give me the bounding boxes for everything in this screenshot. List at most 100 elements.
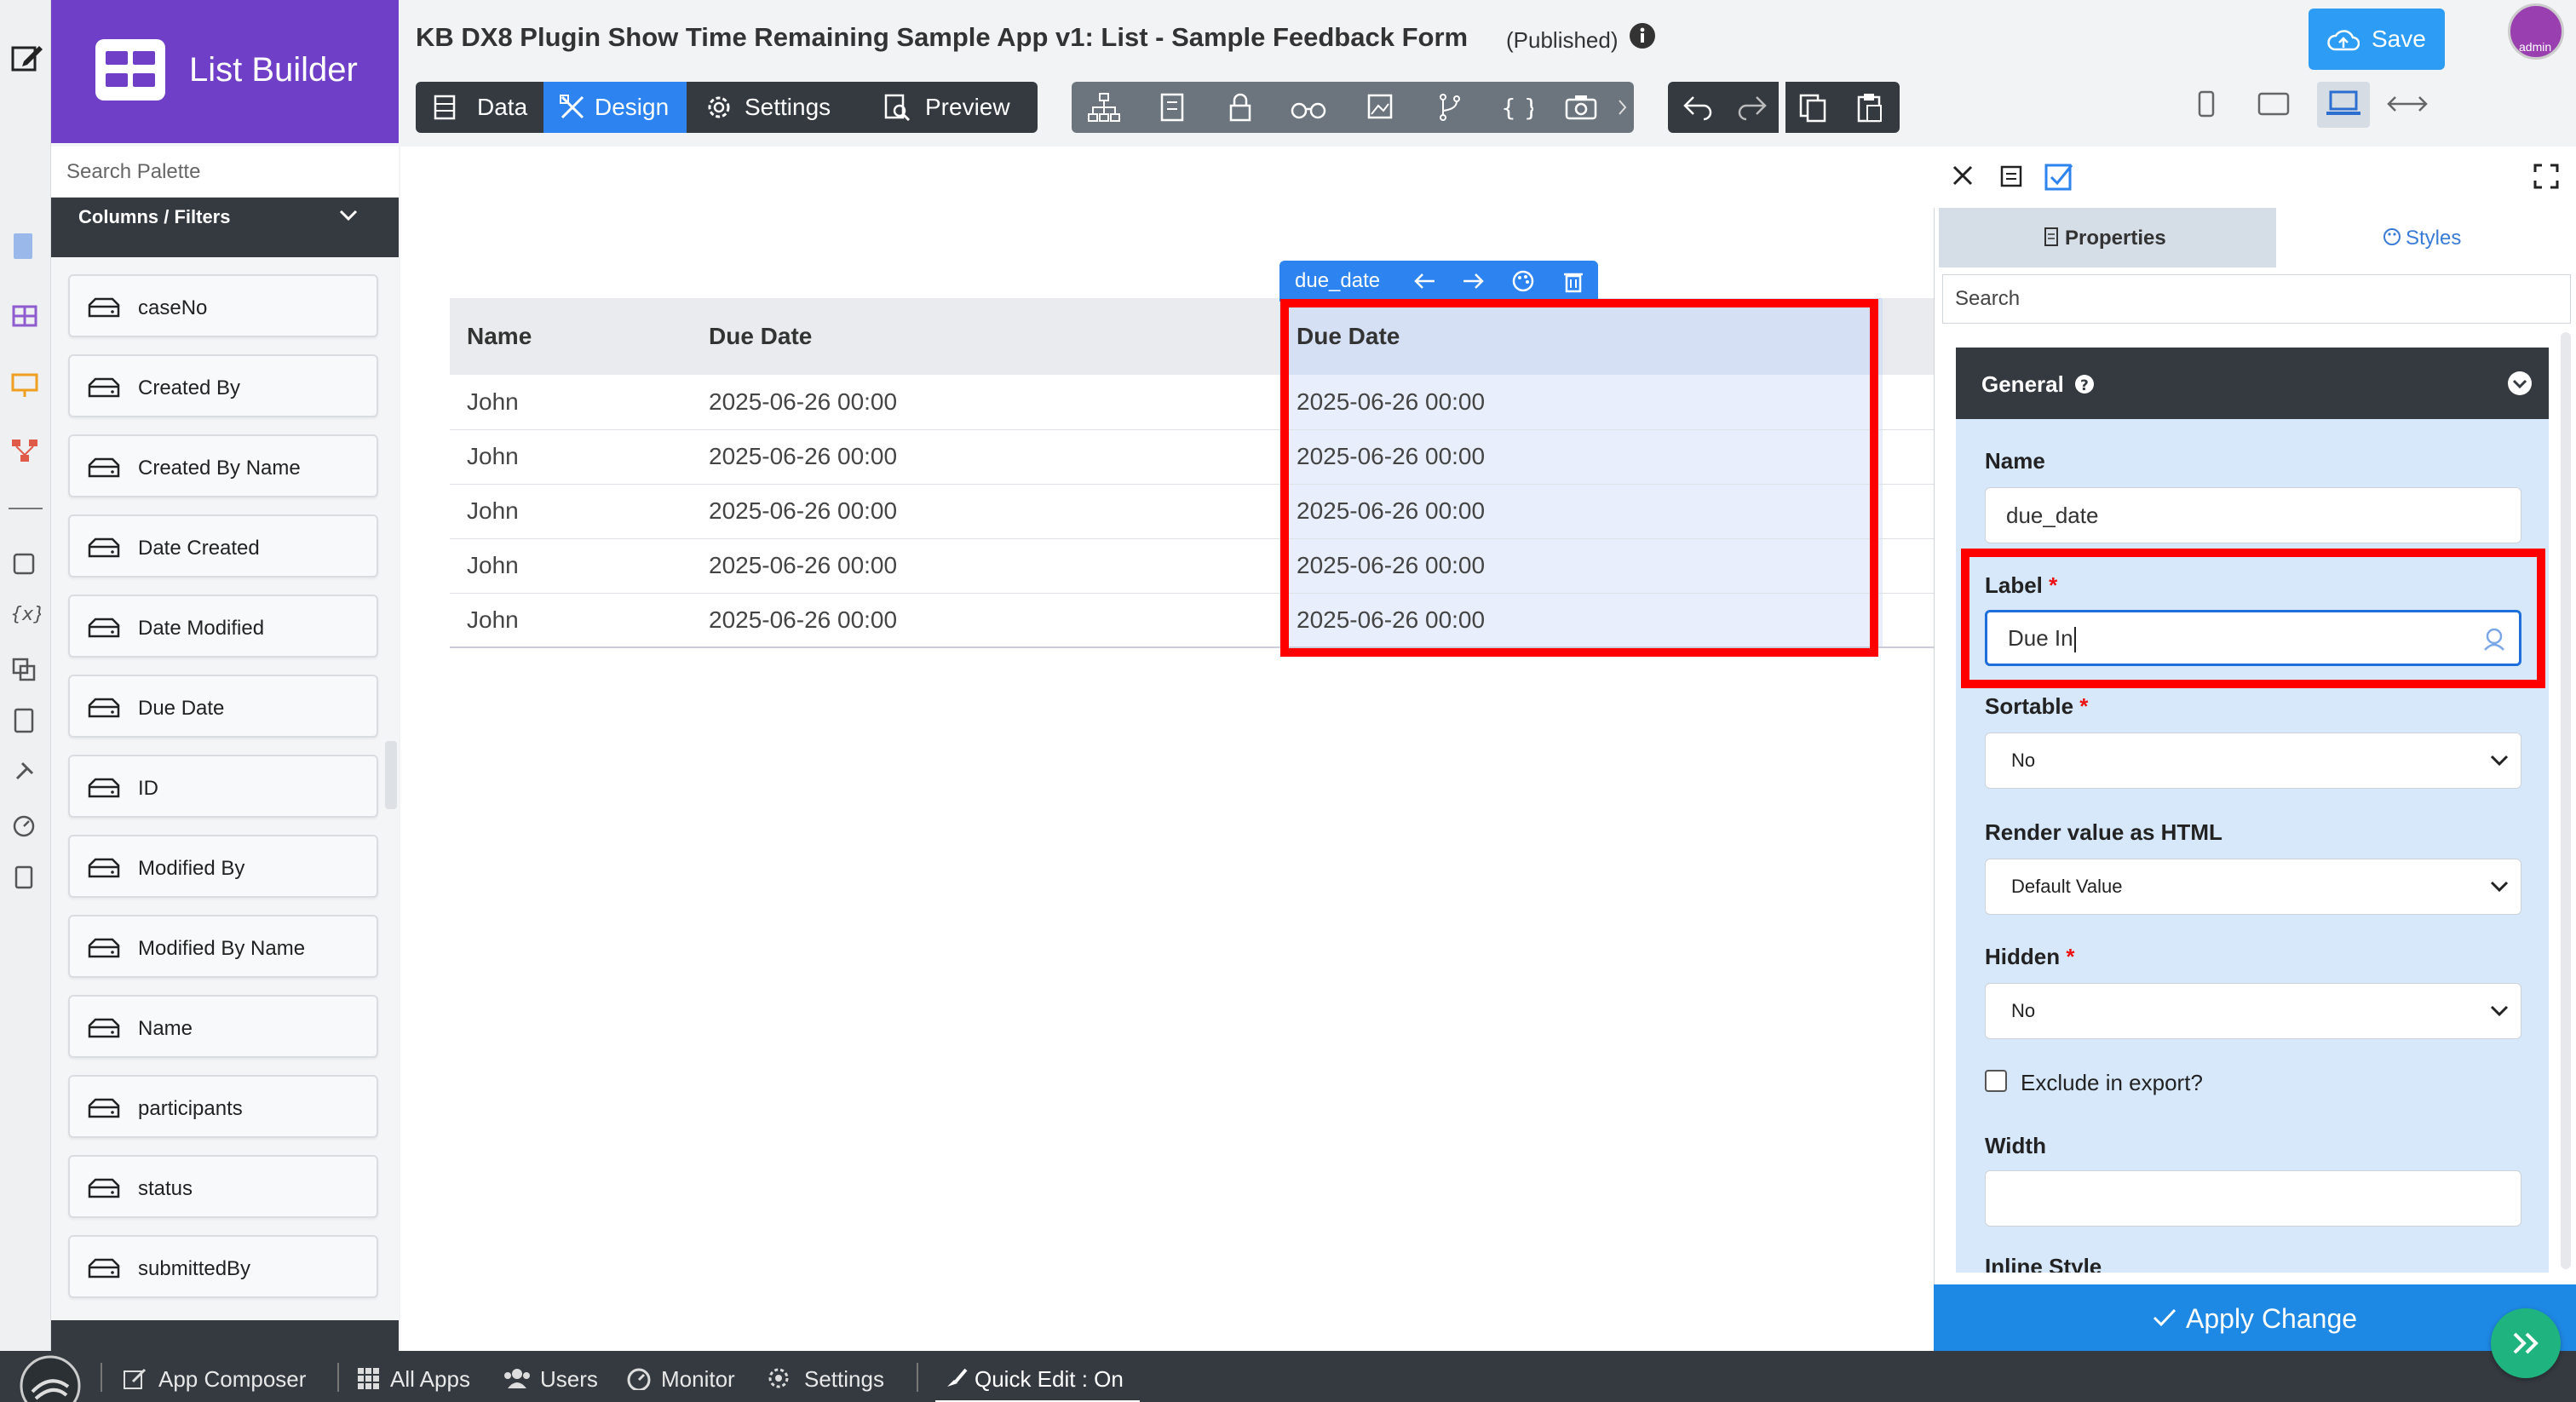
render-html-label: Render value as HTML <box>1985 819 2222 845</box>
name-field[interactable]: due_date <box>1985 487 2521 543</box>
paste-icon[interactable] <box>1855 92 1889 123</box>
palette-item[interactable]: Modified By <box>68 835 378 898</box>
tab-styles[interactable]: Styles <box>2276 208 2576 267</box>
list-icon[interactable] <box>1998 164 2024 189</box>
tab-design[interactable]: Design <box>543 82 687 133</box>
checkbox-icon[interactable] <box>2043 160 2075 192</box>
tab-preview[interactable]: Preview <box>883 82 1038 133</box>
tablet-icon[interactable] <box>2256 89 2293 123</box>
branch-icon[interactable] <box>1436 92 1463 123</box>
table-cell: John <box>450 375 692 430</box>
save-button[interactable]: Save <box>2309 9 2445 70</box>
palette-category-header[interactable]: Columns / Filters <box>51 198 399 257</box>
table-cell-spacer <box>1883 593 1934 648</box>
section-general-header[interactable]: General ? <box>1956 348 2549 419</box>
sticky-icon[interactable] <box>10 864 41 894</box>
proceed-fab-button[interactable] <box>2491 1308 2561 1378</box>
palette-search-input[interactable] <box>51 147 399 198</box>
form-icon[interactable] <box>1157 92 1187 123</box>
palette-item[interactable]: status <box>68 1155 378 1218</box>
palette-item[interactable]: Modified By Name <box>68 915 378 978</box>
users-link[interactable]: Users <box>503 1363 613 1393</box>
file-icon[interactable] <box>10 707 41 738</box>
image-icon[interactable] <box>1366 92 1397 123</box>
all-apps-link[interactable]: All Apps <box>358 1363 486 1393</box>
document-icon[interactable] <box>10 232 41 262</box>
translate-icon[interactable] <box>10 656 41 687</box>
tab-data[interactable]: Data <box>416 82 543 133</box>
move-right-icon[interactable] <box>1462 271 1486 291</box>
fullwidth-icon[interactable] <box>2387 89 2429 123</box>
joget-logo-icon[interactable] <box>19 1354 82 1402</box>
grid-icon[interactable] <box>10 302 41 332</box>
palette-resize-handle[interactable] <box>385 741 397 809</box>
palette-item-label: Name <box>138 1017 193 1040</box>
gauge-icon[interactable] <box>10 811 41 842</box>
sortable-select[interactable]: No <box>1985 733 2521 789</box>
help-icon[interactable]: ? <box>2073 373 2096 395</box>
palette-item[interactable]: caseNo <box>68 274 378 337</box>
note-icon[interactable] <box>10 550 41 581</box>
monitor-link[interactable]: Monitor <box>625 1363 753 1393</box>
avatar[interactable]: admin <box>2508 3 2564 60</box>
tab-properties[interactable]: Properties <box>1939 208 2276 267</box>
palette-icon[interactable] <box>1511 269 1535 293</box>
quick-edit-toggle[interactable]: Quick Edit : On <box>935 1363 1140 1402</box>
palette-item[interactable]: Created By Name <box>68 434 378 497</box>
monitor-icon[interactable] <box>10 370 41 400</box>
edit-icon[interactable] <box>10 41 43 72</box>
property-search-input[interactable] <box>1942 274 2571 324</box>
apply-change-button[interactable]: Apply Change <box>1934 1284 2576 1351</box>
laptop-icon[interactable] <box>2326 89 2363 123</box>
tab-settings[interactable]: Settings <box>697 82 864 133</box>
exclude-export-checkbox[interactable] <box>1985 1070 2007 1092</box>
palette-item[interactable]: Due Date <box>68 675 378 738</box>
copy-icon[interactable] <box>1797 92 1831 123</box>
palette-item[interactable]: ID <box>68 755 378 818</box>
hidden-select[interactable]: No <box>1985 983 2521 1039</box>
check-icon <box>2153 1308 2176 1327</box>
flow-icon[interactable] <box>10 436 41 467</box>
gear-icon <box>708 96 730 118</box>
properties-toolbar <box>1934 147 2576 208</box>
palette-item[interactable]: participants <box>68 1075 378 1138</box>
binoculars-icon[interactable] <box>1290 92 1327 123</box>
phone-icon[interactable] <box>2194 89 2220 123</box>
hidden-label: Hidden * <box>1985 944 2075 969</box>
app-composer-link[interactable]: App Composer <box>123 1363 353 1393</box>
close-icon[interactable] <box>1951 164 1975 187</box>
undo-icon[interactable] <box>1682 92 1716 123</box>
settings-link[interactable]: Settings <box>767 1363 903 1393</box>
palette-item[interactable]: Created By <box>68 354 378 417</box>
field-icon <box>88 1178 120 1198</box>
properties-scrollbar[interactable] <box>2561 332 2571 1269</box>
camera-icon[interactable] <box>1564 92 1598 123</box>
palette-item[interactable]: submittedBy <box>68 1235 378 1298</box>
info-icon[interactable] <box>1629 22 1656 49</box>
width-label: Width <box>1985 1133 2046 1158</box>
plugin-icon[interactable] <box>10 758 41 789</box>
palette-item[interactable]: Name <box>68 995 378 1058</box>
palette-item[interactable]: Date Created <box>68 514 378 577</box>
braces-icon[interactable]: { } <box>1499 92 1533 123</box>
edit-tools <box>1668 82 1900 133</box>
move-left-icon[interactable] <box>1412 271 1436 291</box>
field-icon <box>88 1258 120 1278</box>
column-header-name[interactable]: Name <box>450 298 692 375</box>
variable-icon[interactable]: {x} <box>10 600 41 630</box>
column-header-due-date[interactable]: Due Date <box>692 298 1279 375</box>
delete-icon[interactable] <box>1562 269 1584 293</box>
column-toolbar: due_date <box>1279 261 1598 302</box>
expand-icon[interactable] <box>2533 164 2559 189</box>
redo-icon[interactable] <box>1734 92 1768 123</box>
chevron-right-icon[interactable] <box>1617 92 1629 123</box>
table-cell-spacer <box>1883 484 1934 539</box>
palette-item[interactable]: Date Modified <box>68 595 378 658</box>
palette-item-label: Date Modified <box>138 617 265 640</box>
width-field[interactable] <box>1985 1170 2521 1227</box>
render-html-select[interactable]: Default Value <box>1985 859 2521 915</box>
lock-icon[interactable] <box>1225 92 1256 123</box>
chevron-down-icon <box>2490 755 2509 767</box>
palette-item-label: Modified By Name <box>138 937 306 960</box>
tree-icon[interactable] <box>1087 92 1121 123</box>
